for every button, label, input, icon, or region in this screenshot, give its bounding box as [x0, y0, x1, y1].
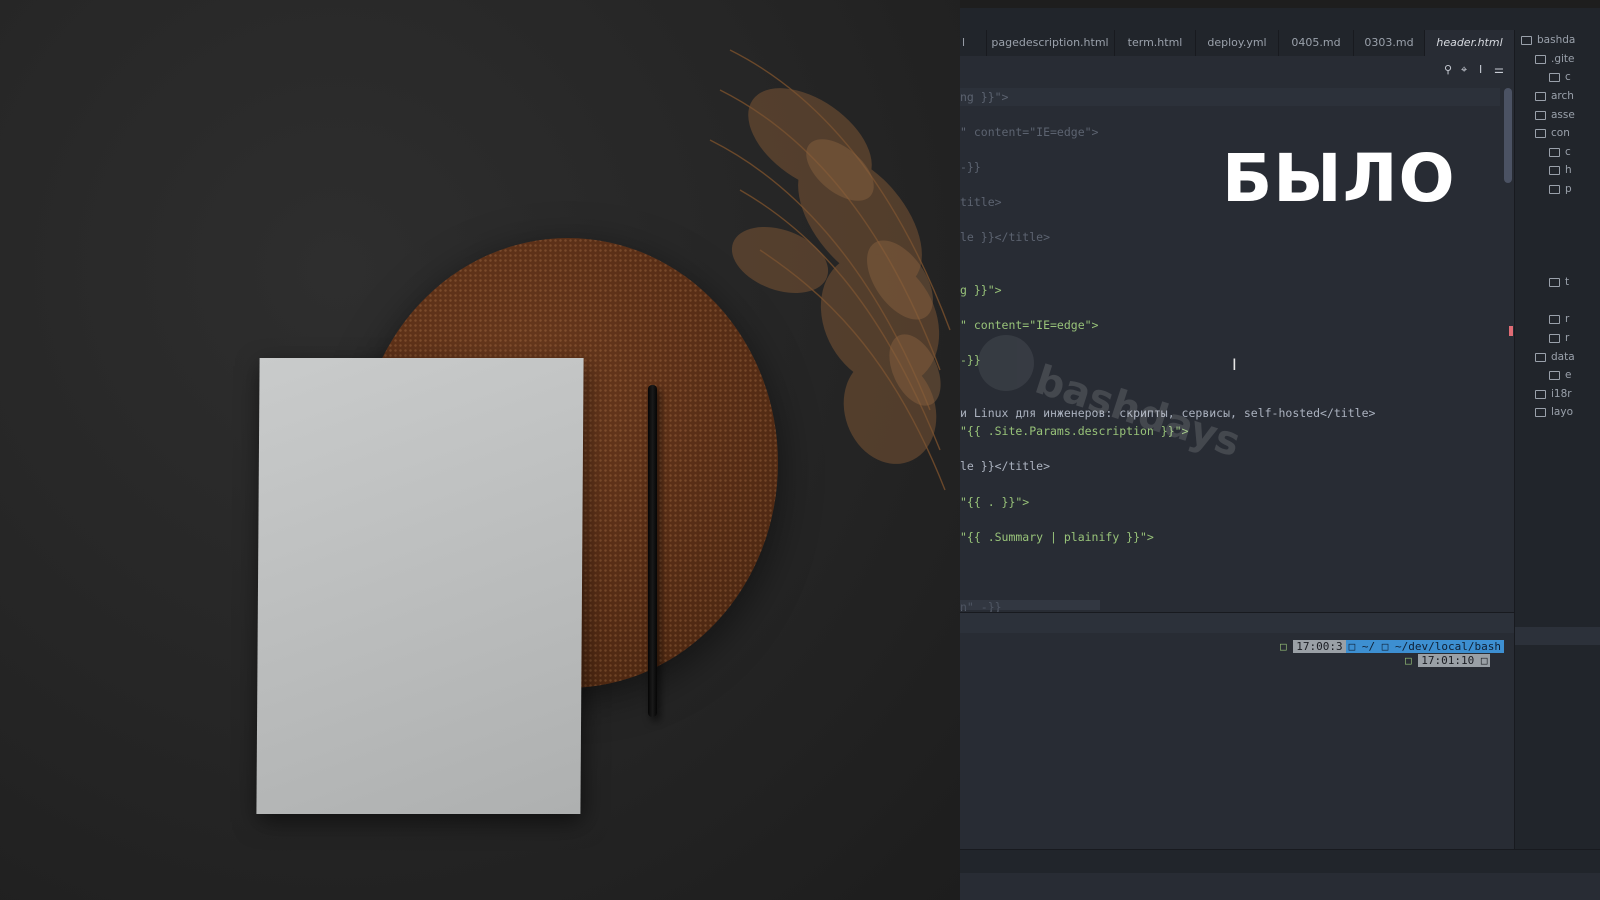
folder-open-icon [1521, 35, 1532, 45]
tree-node[interactable]: r [1549, 311, 1569, 327]
folder-open-icon [1535, 407, 1546, 417]
channel-watermark: bashdays [974, 335, 1274, 466]
tab-header-active[interactable]: header.html [1425, 30, 1515, 56]
prompt-glyph-icon: □ [1405, 654, 1419, 667]
code-line: " content="IE=edge"> [960, 125, 1099, 139]
stock-photo [0, 0, 960, 900]
tree-node[interactable]: e [1549, 367, 1571, 383]
settings-sliders-icon[interactable]: ⚌ [1494, 63, 1504, 76]
tab-pagedescription[interactable]: pagedescription.html [986, 30, 1115, 56]
text-cursor-icon[interactable]: I [1479, 63, 1482, 76]
folder-open-icon [1535, 352, 1546, 362]
watermark-text: bashdays [1029, 357, 1246, 467]
tree-node[interactable]: con [1535, 125, 1570, 141]
folder-open-icon [1535, 128, 1546, 138]
window-bottom [960, 873, 1600, 900]
book-icon [1549, 314, 1560, 324]
tree-selection-highlight [1515, 627, 1600, 645]
code-line: le }}</title> [960, 459, 1051, 473]
current-line-highlight [960, 88, 1500, 106]
status-bar [960, 849, 1600, 874]
prompt-glyph-icon: □ [1280, 640, 1294, 653]
tree-node[interactable]: p [1549, 181, 1572, 197]
file-tree-panel: bashda .gite c arch asse con c h p t r r… [1514, 30, 1600, 849]
black-pencil [648, 385, 657, 717]
vertical-scrollbar[interactable] [1504, 88, 1512, 183]
code-editor-window: l pagedescription.html term.html deploy.… [960, 0, 1600, 900]
window-titlebar [960, 0, 1600, 8]
prompt-time: 17:01:10 □ [1418, 654, 1491, 667]
book-icon [1549, 333, 1560, 343]
blank-paper-sheet [256, 358, 584, 814]
code-line: -}} [960, 160, 981, 174]
panel-divider[interactable] [960, 612, 1514, 633]
tree-node[interactable]: t [1549, 274, 1569, 290]
window-header [960, 8, 1600, 30]
horizontal-scrollbar[interactable] [960, 600, 1100, 610]
tab-0405[interactable]: 0405.md [1279, 30, 1354, 56]
tree-node[interactable]: c [1549, 69, 1571, 85]
folder-icon [1549, 277, 1560, 287]
tree-node[interactable]: bashda [1521, 32, 1575, 48]
error-marker [1509, 326, 1513, 336]
code-line: ng }}"> [960, 90, 1009, 104]
tree-node[interactable]: arch [1535, 88, 1574, 104]
tab-0303[interactable]: 0303.md [1354, 30, 1425, 56]
folder-icon [1535, 110, 1546, 120]
tree-node[interactable]: data [1535, 349, 1575, 365]
tree-node[interactable]: h [1549, 162, 1572, 178]
tab-term[interactable]: term.html [1115, 30, 1196, 56]
code-line: "{{ . }}"> [960, 495, 1030, 509]
prompt-home: □ ~/ □ ~/dev/local/bash [1345, 640, 1504, 653]
prompt-time: 17:00:3 [1293, 640, 1346, 653]
folder-icon [1549, 147, 1560, 157]
prompt-line-1: □ 17:00:3 □ ~/ □ ~/dev/local/bash [1280, 640, 1504, 653]
folder-icon [1535, 91, 1546, 101]
find-replace-icon[interactable]: ⌖ [1461, 63, 1467, 77]
editor-toolbar: ⚲ ⌖ I ⚌ [960, 56, 1514, 84]
file-icon [1549, 370, 1560, 380]
folder-icon [1549, 165, 1560, 175]
tab-partial[interactable]: l [960, 30, 987, 56]
tab-deploy[interactable]: deploy.yml [1196, 30, 1279, 56]
pampas-grass [709, 49, 951, 491]
prompt-line-2: □ 17:01:10 □ [1405, 654, 1491, 667]
code-line: "{{ .Summary | plainify }}"> [960, 530, 1154, 544]
folder-icon [1535, 54, 1546, 64]
folder-open-icon [1549, 184, 1560, 194]
text-cursor-icon: I [1232, 355, 1237, 374]
tree-node[interactable]: r [1549, 330, 1569, 346]
tree-node[interactable]: asse [1535, 107, 1575, 123]
editor-tab-bar: l pagedescription.html term.html deploy.… [960, 30, 1515, 56]
search-icon[interactable]: ⚲ [1444, 63, 1452, 76]
tree-node[interactable]: .gite [1535, 51, 1575, 67]
code-line: le }}</title> [960, 230, 1051, 244]
code-line: g }}"> [960, 283, 1002, 297]
file-icon [1549, 72, 1560, 82]
tree-node[interactable]: c [1549, 144, 1571, 160]
folder-icon [1535, 389, 1546, 399]
overlay-title: БЫЛО [1222, 140, 1456, 217]
tree-node[interactable]: layo [1535, 404, 1573, 420]
code-line: " content="IE=edge"> [960, 318, 1099, 332]
telegram-logo-icon [978, 335, 1034, 391]
code-line: title> [960, 195, 1002, 209]
tree-node[interactable]: i18r [1535, 386, 1572, 402]
terminal-panel[interactable]: □ 17:00:3 □ ~/ □ ~/dev/local/bash □ 17:01… [960, 633, 1514, 849]
